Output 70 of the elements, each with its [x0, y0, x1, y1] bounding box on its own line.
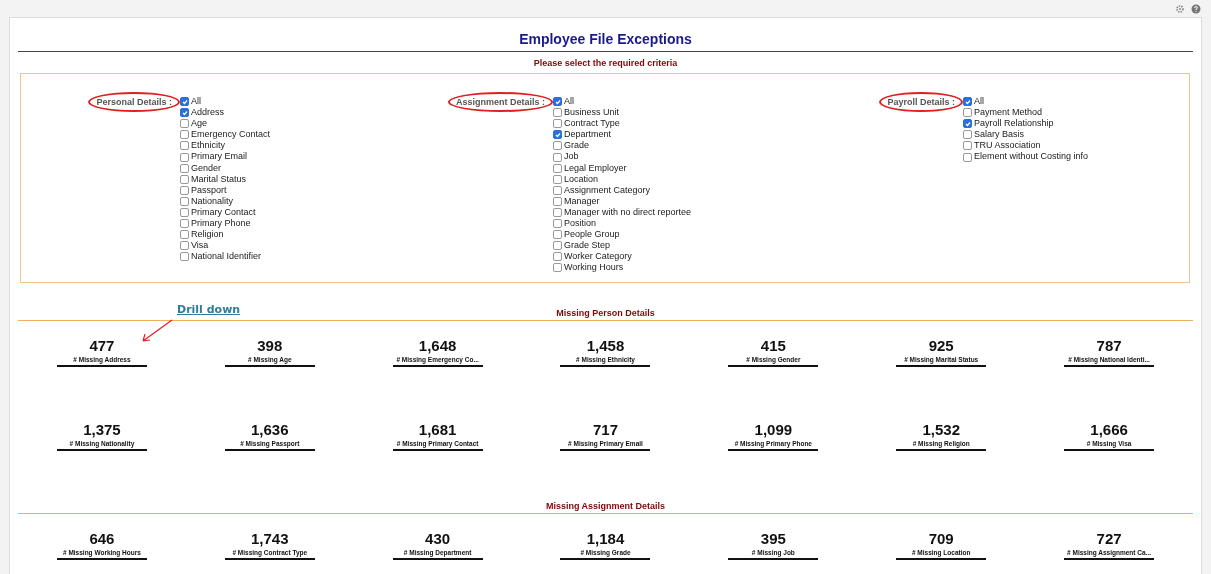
- criteria-checkbox[interactable]: Emergency Contact: [180, 129, 271, 141]
- criteria-checkbox[interactable]: Visa: [180, 240, 271, 252]
- arrow-icon: [140, 319, 174, 343]
- metric-value[interactable]: 717: [592, 421, 618, 438]
- criteria-checkbox[interactable]: Worker Category: [553, 251, 692, 263]
- criteria-checkbox[interactable]: Department: [553, 129, 692, 141]
- criteria-checkbox[interactable]: Job: [553, 151, 692, 163]
- criteria-checkbox[interactable]: Grade Step: [553, 240, 692, 252]
- drill-down-note: Drill down: [177, 303, 241, 316]
- checkmark-icon: [964, 120, 971, 127]
- page-title: Employee File Exceptions: [18, 18, 1193, 52]
- checkmark-icon: [554, 131, 561, 138]
- metric-value[interactable]: 1,648: [418, 337, 457, 354]
- criteria-checkbox[interactable]: All: [180, 96, 271, 108]
- metric-value[interactable]: 1,099: [754, 421, 793, 438]
- criteria-checkbox[interactable]: Religion: [180, 229, 271, 241]
- checkmark-icon: [964, 98, 971, 105]
- criteria-checkbox[interactable]: Element without Costing info: [963, 151, 1089, 163]
- section-heading: Missing Assignment Details: [545, 501, 666, 511]
- metric-value[interactable]: 395: [760, 530, 786, 547]
- criteria-checkbox[interactable]: Ethnicity: [180, 140, 271, 152]
- criteria-checkbox[interactable]: TRU Association: [963, 140, 1089, 152]
- criteria-checkbox[interactable]: Contract Type: [553, 118, 692, 130]
- criteria-checkbox[interactable]: Payment Method: [963, 107, 1089, 119]
- metric-value[interactable]: 1,636: [251, 421, 289, 438]
- criteria-checkbox[interactable]: Address: [180, 107, 271, 119]
- criteria-checkbox[interactable]: All: [963, 96, 1089, 108]
- criteria-checkbox[interactable]: Passport: [180, 184, 271, 196]
- settings-icon[interactable]: [1175, 3, 1185, 14]
- help-icon[interactable]: [1191, 3, 1201, 14]
- criteria-checkbox[interactable]: Payroll Relationship: [963, 118, 1089, 130]
- checkmark-icon: [554, 98, 561, 105]
- metric-value[interactable]: 1,184: [586, 530, 625, 547]
- metric-value[interactable]: 430: [425, 530, 451, 547]
- criteria-heading: Please select the required criteria: [532, 57, 679, 70]
- metric-value[interactable]: 925: [928, 337, 954, 354]
- criteria-checkbox[interactable]: Assignment Category: [553, 184, 692, 196]
- criteria-checkbox[interactable]: Primary Phone: [180, 218, 271, 230]
- criteria-checkbox[interactable]: Marital Status: [180, 173, 271, 185]
- criteria-checkbox[interactable]: Location: [553, 173, 692, 185]
- metric-value[interactable]: 1,666: [1090, 421, 1128, 438]
- metric-value[interactable]: 1,532: [922, 421, 960, 438]
- metric-value[interactable]: 1,681: [418, 421, 457, 438]
- criteria-checkbox[interactable]: Manager: [553, 195, 692, 207]
- metric-value[interactable]: 727: [1096, 530, 1122, 547]
- metric-value[interactable]: 398: [257, 337, 283, 354]
- criteria-checkbox[interactable]: Grade: [553, 140, 692, 152]
- metric-value[interactable]: 646: [89, 530, 115, 547]
- criteria-checkbox[interactable]: National Identifier: [180, 251, 271, 263]
- criteria-checkbox[interactable]: Manager with no direct reportee: [553, 206, 692, 219]
- criteria-checkbox[interactable]: Business Unit: [553, 107, 692, 119]
- metric-value[interactable]: 1,375: [83, 421, 121, 438]
- criteria-checkbox[interactable]: Primary Email: [180, 151, 271, 163]
- criteria-checkbox[interactable]: Age: [180, 118, 271, 130]
- criteria-checkbox[interactable]: Primary Contact: [180, 206, 271, 219]
- criteria-checkbox[interactable]: People Group: [553, 229, 692, 241]
- criteria-checkbox[interactable]: Legal Employer: [553, 162, 692, 174]
- section-heading: Missing Person Details: [556, 308, 655, 318]
- criteria-checkbox[interactable]: Gender: [180, 162, 271, 174]
- metric-value[interactable]: 1,458: [586, 337, 625, 354]
- criteria-checkbox[interactable]: Position: [553, 218, 692, 230]
- criteria-checkbox[interactable]: Working Hours: [553, 262, 692, 274]
- metric-value[interactable]: 787: [1096, 337, 1122, 354]
- criteria-checkbox[interactable]: All: [553, 96, 692, 108]
- criteria-checkbox[interactable]: Salary Basis: [963, 129, 1089, 141]
- criteria-checkbox[interactable]: Nationality: [180, 195, 271, 207]
- metric-value[interactable]: 1,743: [251, 530, 289, 547]
- metric-value[interactable]: 709: [928, 530, 954, 547]
- metric-value[interactable]: 477: [89, 337, 115, 354]
- metric-value[interactable]: 415: [760, 337, 786, 354]
